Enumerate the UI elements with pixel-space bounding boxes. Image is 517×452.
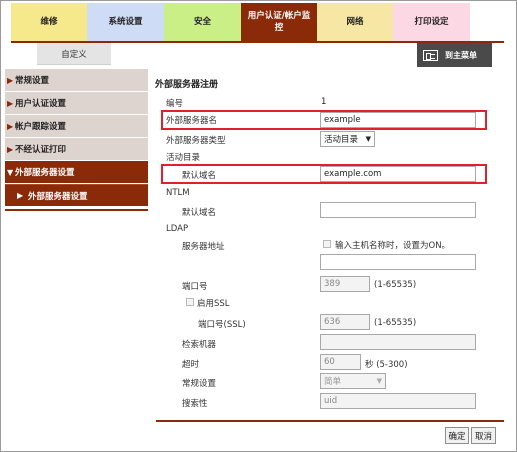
server-addr-label: 服务器地址 <box>182 242 225 252</box>
ssl-checkbox[interactable] <box>186 298 194 306</box>
sidebar-item-label: 不经认证打印 <box>15 145 67 155</box>
timeout-label: 超时 <box>182 360 200 370</box>
sidebar-divider <box>5 209 148 211</box>
ntlm-domain-input[interactable] <box>320 202 476 218</box>
ssl-label: 启用SSL <box>197 299 230 309</box>
tab-network[interactable]: 网络 <box>317 3 393 41</box>
sidebar-item-print-no-auth[interactable]: ▶ 不经认证打印 <box>5 138 148 160</box>
arrow-right-icon: ▶ <box>17 191 24 200</box>
ntlm-section-label: NTLM <box>166 188 190 198</box>
tab-label: 系统设置 <box>108 17 143 27</box>
ssl-port-range: (1-65535) <box>374 318 417 328</box>
ssl-port-input[interactable] <box>320 314 370 330</box>
tab-label: 维修 <box>40 17 58 27</box>
ad-domain-input[interactable] <box>320 166 476 182</box>
general-setting-value: 简单 <box>324 377 342 387</box>
tab-label: 安全 <box>193 17 211 27</box>
arrow-right-icon: ▶ <box>7 75 14 85</box>
server-type-select[interactable]: 活动目录 ▼ <box>320 131 375 147</box>
subtab-label: 自定义 <box>61 49 87 60</box>
arrow-right-icon: ▶ <box>7 98 14 108</box>
timeout-input[interactable] <box>320 354 361 370</box>
main-menu-button[interactable]: 到主菜单 <box>417 43 492 67</box>
number-label: 编号 <box>166 99 184 109</box>
arrow-down-icon: ▼ <box>7 167 14 177</box>
sidebar-item-user-auth[interactable]: ▶ 用户认证设置 <box>5 92 148 114</box>
main-menu-label: 到主菜单 <box>445 50 477 60</box>
tab-user-auth-account[interactable]: 用户认证/帐户监控 <box>241 3 317 41</box>
sidebar-item-label: 帐户跟踪设置 <box>15 122 67 132</box>
chevron-down-icon: ▼ <box>365 135 371 143</box>
sidebar-subitem-external-server[interactable]: ▶ 外部服务器设置 <box>5 184 148 206</box>
sidebar-item-account-track[interactable]: ▶ 帐户跟踪设置 <box>5 115 148 137</box>
search-base-label: 检索机器 <box>182 340 217 350</box>
sidebar-item-label: 常规设置 <box>15 76 50 86</box>
sidebar: ▶ 常规设置 ▶ 用户认证设置 ▶ 帐户跟踪设置 ▶ 不经认证打印 ▼ 外部服务器设置 ▶… <box>5 69 148 207</box>
sidebar-item-label: 用户认证设置 <box>15 99 67 109</box>
ad-section-label: 活动目录 <box>166 153 201 163</box>
window-frame <box>0 0 517 452</box>
main-menu-icon <box>423 49 438 61</box>
tab-label: 用户认证/帐户监控 <box>247 11 311 33</box>
general-setting-label: 常规设置 <box>182 379 217 389</box>
search-attr-label: 搜索性 <box>182 399 208 409</box>
ntlm-domain-label: 默认域名 <box>182 208 217 218</box>
tab-system-settings[interactable]: 系统设置 <box>87 3 164 41</box>
cancel-button[interactable]: 取消 <box>471 427 496 444</box>
form-divider <box>156 420 504 422</box>
server-name-input[interactable] <box>320 112 476 128</box>
sidebar-item-general[interactable]: ▶ 常规设置 <box>5 69 148 91</box>
tab-label: 打印设定 <box>414 17 449 27</box>
subtab-custom[interactable]: 自定义 <box>37 43 111 65</box>
sidebar-item-label: 外部服务器设置 <box>28 191 88 202</box>
server-name-label: 外部服务器名 <box>166 116 218 126</box>
hostname-checkbox[interactable] <box>323 240 331 248</box>
server-addr-input[interactable] <box>320 254 476 270</box>
ad-domain-label: 默认域名 <box>182 171 217 181</box>
number-value: 1 <box>321 97 327 107</box>
search-base-input[interactable] <box>320 334 476 350</box>
page-title: 外部服务器注册 <box>155 80 219 90</box>
tab-label: 网络 <box>346 17 364 27</box>
chevron-down-icon: ▼ <box>376 377 382 385</box>
sidebar-item-label: 外部服务器设置 <box>15 168 75 178</box>
hostname-checkbox-label: 输入主机名称时，设置为ON。 <box>335 241 451 251</box>
tab-security[interactable]: 安全 <box>164 3 241 41</box>
port-input[interactable] <box>320 276 370 292</box>
server-type-value: 活动目录 <box>324 135 359 145</box>
search-attr-input[interactable] <box>320 393 476 409</box>
server-type-label: 外部服务器类型 <box>166 136 226 146</box>
tab-maintenance[interactable]: 维修 <box>11 3 87 41</box>
sidebar-item-external-server[interactable]: ▼ 外部服务器设置 <box>5 161 148 183</box>
ssl-port-label: 端口号(SSL) <box>198 320 246 330</box>
port-label: 端口号 <box>182 282 208 292</box>
ldap-section-label: LDAP <box>166 224 189 234</box>
general-setting-select[interactable]: 简单 ▼ <box>320 373 386 389</box>
port-range: (1-65535) <box>374 280 417 290</box>
tab-print-settings[interactable]: 打印设定 <box>393 3 470 41</box>
timeout-range: 秒 (5-300) <box>365 360 408 370</box>
ok-button[interactable]: 确定 <box>445 427 469 444</box>
arrow-right-icon: ▶ <box>7 121 14 131</box>
arrow-right-icon: ▶ <box>7 144 14 154</box>
